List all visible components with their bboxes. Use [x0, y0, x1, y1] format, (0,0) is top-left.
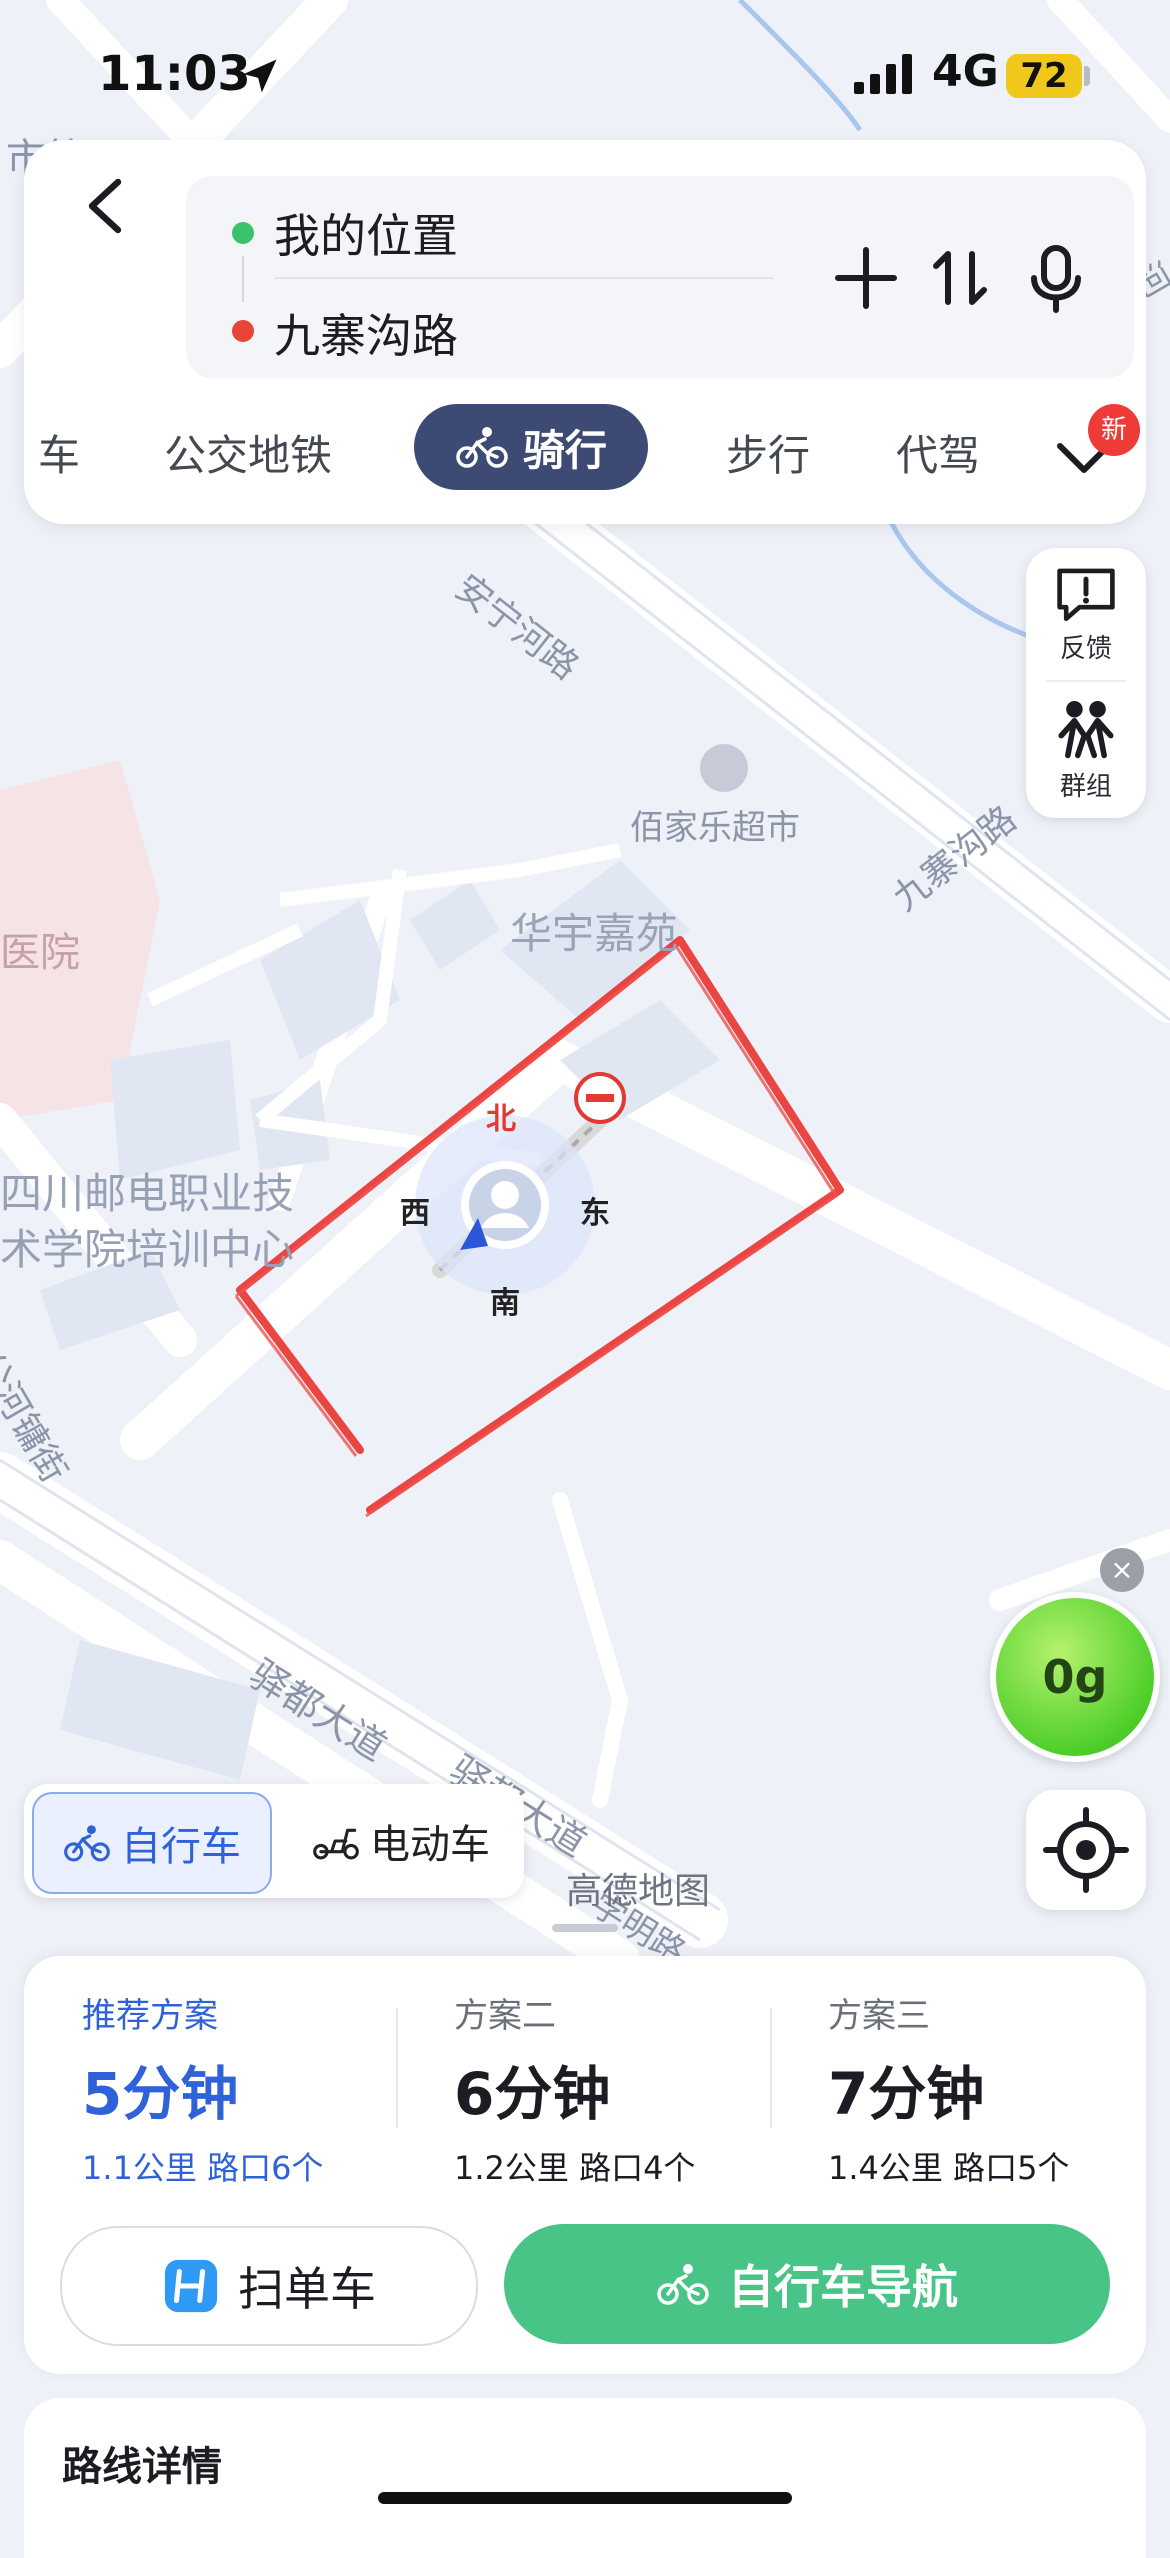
tab-walking[interactable]: 步行: [726, 422, 810, 483]
tab-transit[interactable]: 公交地铁: [164, 422, 332, 483]
compass-north: 北: [486, 1102, 516, 1137]
map-label-hospital: 医院: [0, 930, 80, 976]
route-details-card[interactable]: 路线详情: [24, 2398, 1146, 2558]
ebike-option[interactable]: 电动车: [286, 1792, 516, 1890]
route-plans-card: 推荐方案 5分钟 1.1公里 路口6个 方案二 6分钟 1.2公里 路口4个 方…: [24, 1956, 1146, 2374]
origin-dot-icon: [232, 222, 254, 244]
battery-icon: 72: [1006, 54, 1082, 98]
feedback-label: 反馈: [1059, 634, 1112, 664]
plan-head: 方案二: [454, 1996, 556, 2036]
network-type: 4G: [932, 46, 999, 97]
bike-navigation-label: 自行车导航: [728, 2260, 958, 2314]
inputs-divider: [274, 277, 774, 279]
route-details-title: 路线详情: [62, 2444, 222, 2490]
bike-navigation-button[interactable]: 自行车导航: [504, 2224, 1110, 2344]
feedback-button[interactable]: 反馈: [1026, 564, 1146, 665]
microphone-icon[interactable]: [1016, 238, 1096, 318]
close-icon[interactable]: ×: [1100, 1548, 1144, 1592]
drag-handle[interactable]: [552, 1924, 618, 1932]
bicycle-icon: [456, 427, 508, 468]
tab-designated-driver[interactable]: 代驾: [896, 422, 980, 483]
scooter-icon: [313, 1828, 359, 1860]
route-card: 我的位置 九寨沟路 车 公交地铁 骑行 步行 代驾 新: [24, 140, 1146, 524]
carbon-value: 0g: [1042, 1650, 1108, 1704]
bike-option[interactable]: 自行车: [32, 1792, 272, 1894]
side-divider: [1046, 680, 1126, 682]
plan-duration: 5分钟: [82, 2060, 239, 2128]
group-icon: [1058, 700, 1114, 759]
amap-logo: 高德地图: [566, 1871, 711, 1912]
home-indicator[interactable]: [378, 2492, 792, 2504]
bike-option-label: 自行车: [121, 1824, 241, 1870]
plan-divider: [396, 2008, 398, 2128]
ebike-option-label: 电动车: [370, 1822, 490, 1868]
back-icon[interactable]: [66, 166, 146, 246]
hellobike-logo-icon: [164, 2259, 218, 2313]
side-panel: 反馈 群组: [1026, 548, 1146, 818]
compass-south: 南: [490, 1286, 520, 1321]
plan-option-1[interactable]: 推荐方案 5分钟 1.1公里 路口6个: [82, 1988, 422, 2189]
map-label-college-line1: 四川邮电职业技: [0, 1169, 295, 1218]
tab-car[interactable]: 车: [38, 422, 80, 483]
plan-meta: 1.2公里 路口4个: [454, 2149, 696, 2187]
crosshair-icon: [1043, 1807, 1129, 1893]
bicycle-icon: [657, 2264, 709, 2305]
route-connector: [242, 256, 244, 302]
swap-route-icon[interactable]: [920, 238, 1000, 318]
status-time: 11:03: [98, 46, 251, 102]
tab-cycling[interactable]: 骑行: [414, 404, 648, 490]
plan-duration: 7分钟: [828, 2060, 985, 2128]
destination-dot-icon: [232, 320, 254, 342]
group-label: 群组: [1059, 772, 1112, 802]
destination-field[interactable]: 九寨沟路: [274, 300, 458, 366]
scan-bike-label: 扫单车: [238, 2262, 376, 2316]
plan-meta: 1.4公里 路口5个: [828, 2149, 1070, 2187]
feedback-icon: [1057, 568, 1115, 622]
scan-bike-button[interactable]: 扫单车: [60, 2226, 478, 2346]
plan-divider: [770, 2008, 772, 2128]
tab-cycling-label: 骑行: [522, 425, 607, 475]
map-label-college-line2: 术学院培训中心: [0, 1225, 295, 1274]
bicycle-icon: [64, 1825, 110, 1862]
location-arrow-icon: [243, 59, 277, 93]
status-bar: 11:03 4G 72: [0, 0, 1170, 150]
plan-meta: 1.1公里 路口6个: [82, 2149, 324, 2187]
group-button[interactable]: 群组: [1026, 696, 1146, 803]
map-label-supermarket: 佰家乐超市: [630, 808, 800, 848]
vehicle-toggle: 自行车 电动车: [24, 1784, 524, 1898]
transport-tabs: 车 公交地铁 骑行 步行 代驾 新: [24, 404, 1146, 494]
add-waypoint-icon[interactable]: [826, 238, 906, 318]
plan-head: 方案三: [828, 1996, 930, 2036]
plan-head: 推荐方案: [82, 1996, 218, 2036]
plan-option-3[interactable]: 方案三 7分钟 1.4公里 路口5个: [828, 1988, 1168, 2189]
compass-east: 东: [580, 1196, 610, 1231]
carbon-saving-bubble[interactable]: 0g: [990, 1592, 1160, 1762]
new-badge: 新: [1088, 404, 1140, 456]
origin-field[interactable]: 我的位置: [274, 200, 458, 266]
signal-icon: [854, 54, 912, 94]
compass-west: 西: [400, 1196, 430, 1231]
map-label-huayu: 华宇嘉苑: [510, 909, 679, 958]
route-inputs: 我的位置 九寨沟路: [186, 176, 1134, 378]
locate-me-button[interactable]: [1026, 1790, 1146, 1910]
plan-option-2[interactable]: 方案二 6分钟 1.2公里 路口4个: [454, 1988, 794, 2189]
battery-tip: [1084, 66, 1090, 86]
plan-duration: 6分钟: [454, 2060, 611, 2128]
